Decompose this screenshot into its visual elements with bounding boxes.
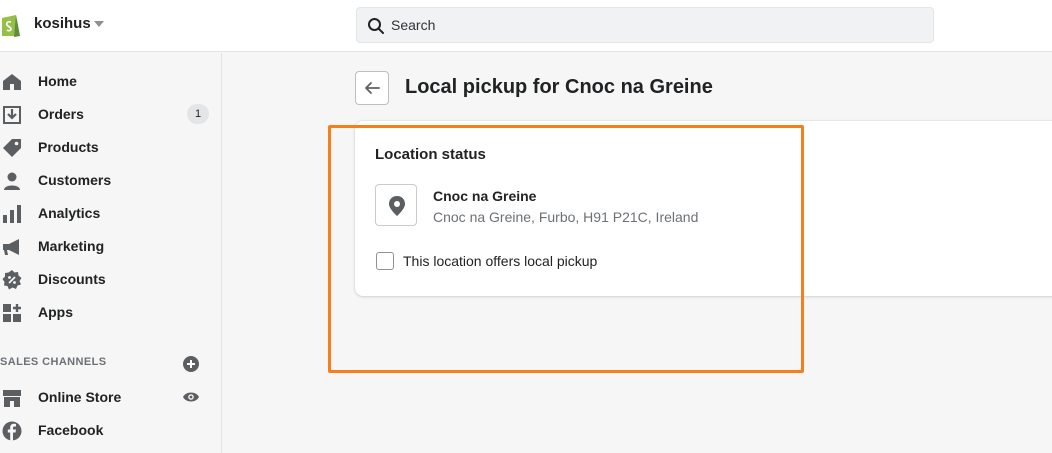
arrow-left-icon [365, 82, 380, 94]
top-bar: kosihus [0, 0, 1052, 52]
sidebar-item-orders[interactable]: Orders 1 [0, 98, 222, 130]
sidebar-item-home[interactable]: Home [0, 65, 222, 97]
chevron-down-icon[interactable] [94, 21, 104, 27]
marketing-icon [3, 239, 19, 255]
products-icon [3, 139, 21, 157]
sidebar-item-label: Online Store [38, 389, 122, 405]
location-status-card: Location status Cnoc na Greine Cnoc na G… [355, 121, 1052, 296]
location-address: Cnoc na Greine, Furbo, H91 P21C, Ireland [433, 209, 699, 225]
sidebar-item-online-store[interactable]: Online Store [0, 381, 222, 413]
online-store-icon [3, 390, 21, 407]
store-name[interactable]: kosihus [34, 15, 91, 32]
sidebar-item-label: Marketing [38, 238, 105, 254]
back-button[interactable] [355, 71, 389, 105]
sidebar-item-label: Discounts [38, 271, 106, 287]
sales-channels-heading: SALES CHANNELS [0, 356, 107, 368]
sidebar-item-label: Apps [38, 304, 73, 320]
local-pickup-checkbox[interactable] [376, 252, 394, 270]
facebook-icon [2, 421, 22, 441]
search-input[interactable] [391, 8, 911, 42]
sidebar-item-discounts[interactable]: Discounts [0, 263, 222, 295]
sidebar-item-label: Facebook [38, 422, 104, 438]
sidebar-item-facebook[interactable]: Facebook [0, 414, 222, 446]
sidebar-item-label: Home [38, 73, 77, 89]
orders-icon [3, 106, 21, 124]
location-thumbnail [375, 184, 417, 226]
shopify-logo-icon[interactable] [0, 12, 22, 38]
sidebar-item-label: Products [38, 139, 99, 155]
page-title: Local pickup for Cnoc na Greine [405, 76, 713, 98]
search-icon [368, 18, 384, 34]
discounts-icon [2, 270, 22, 290]
location-name: Cnoc na Greine [433, 188, 537, 204]
search-bar[interactable] [356, 7, 934, 43]
customers-icon [4, 172, 20, 190]
sidebar-item-products[interactable]: Products [0, 131, 222, 163]
orders-count-badge: 1 [187, 104, 209, 124]
sidebar-item-customers[interactable]: Customers [0, 164, 222, 196]
sidebar-item-analytics[interactable]: Analytics [0, 197, 222, 229]
sidebar-item-marketing[interactable]: Marketing [0, 230, 222, 262]
location-pin-icon [389, 196, 405, 216]
card-title: Location status [375, 146, 486, 163]
local-pickup-checkbox-label[interactable]: This location offers local pickup [403, 253, 597, 269]
sidebar-item-apps[interactable]: Apps [0, 296, 222, 328]
eye-icon[interactable] [182, 390, 200, 404]
sidebar-item-label: Orders [38, 106, 84, 122]
sidebar-item-label: Analytics [38, 205, 101, 221]
home-icon [3, 74, 21, 90]
analytics-icon [3, 205, 21, 223]
sidebar: Home Orders 1 Products Customers Analyti… [0, 53, 222, 453]
plus-circle-icon[interactable] [182, 355, 200, 373]
sidebar-item-label: Customers [38, 172, 112, 188]
apps-icon [3, 304, 21, 322]
